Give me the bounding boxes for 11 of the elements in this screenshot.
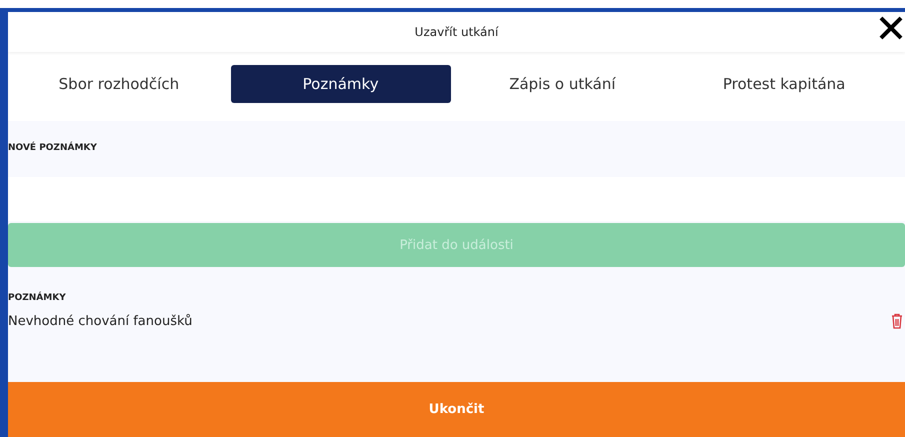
section-label: POZNÁMKY xyxy=(8,290,67,305)
tab[interactable]: Protest kapitána xyxy=(674,64,894,102)
delete-icon[interactable] xyxy=(891,313,903,329)
section-label: NOVÉ POZNÁMKY xyxy=(8,140,98,155)
dialog-title: Uzavřít utkání xyxy=(414,25,498,39)
note-text: Nevhodné chování fanoušků xyxy=(8,314,192,328)
tab[interactable]: Zápis o utkání xyxy=(452,64,672,102)
tab[interactable]: Poznámky xyxy=(230,64,451,102)
note-input-field[interactable] xyxy=(8,177,905,221)
close-icon[interactable] xyxy=(879,16,903,40)
tab[interactable]: Sbor rozhodčích xyxy=(8,64,229,102)
